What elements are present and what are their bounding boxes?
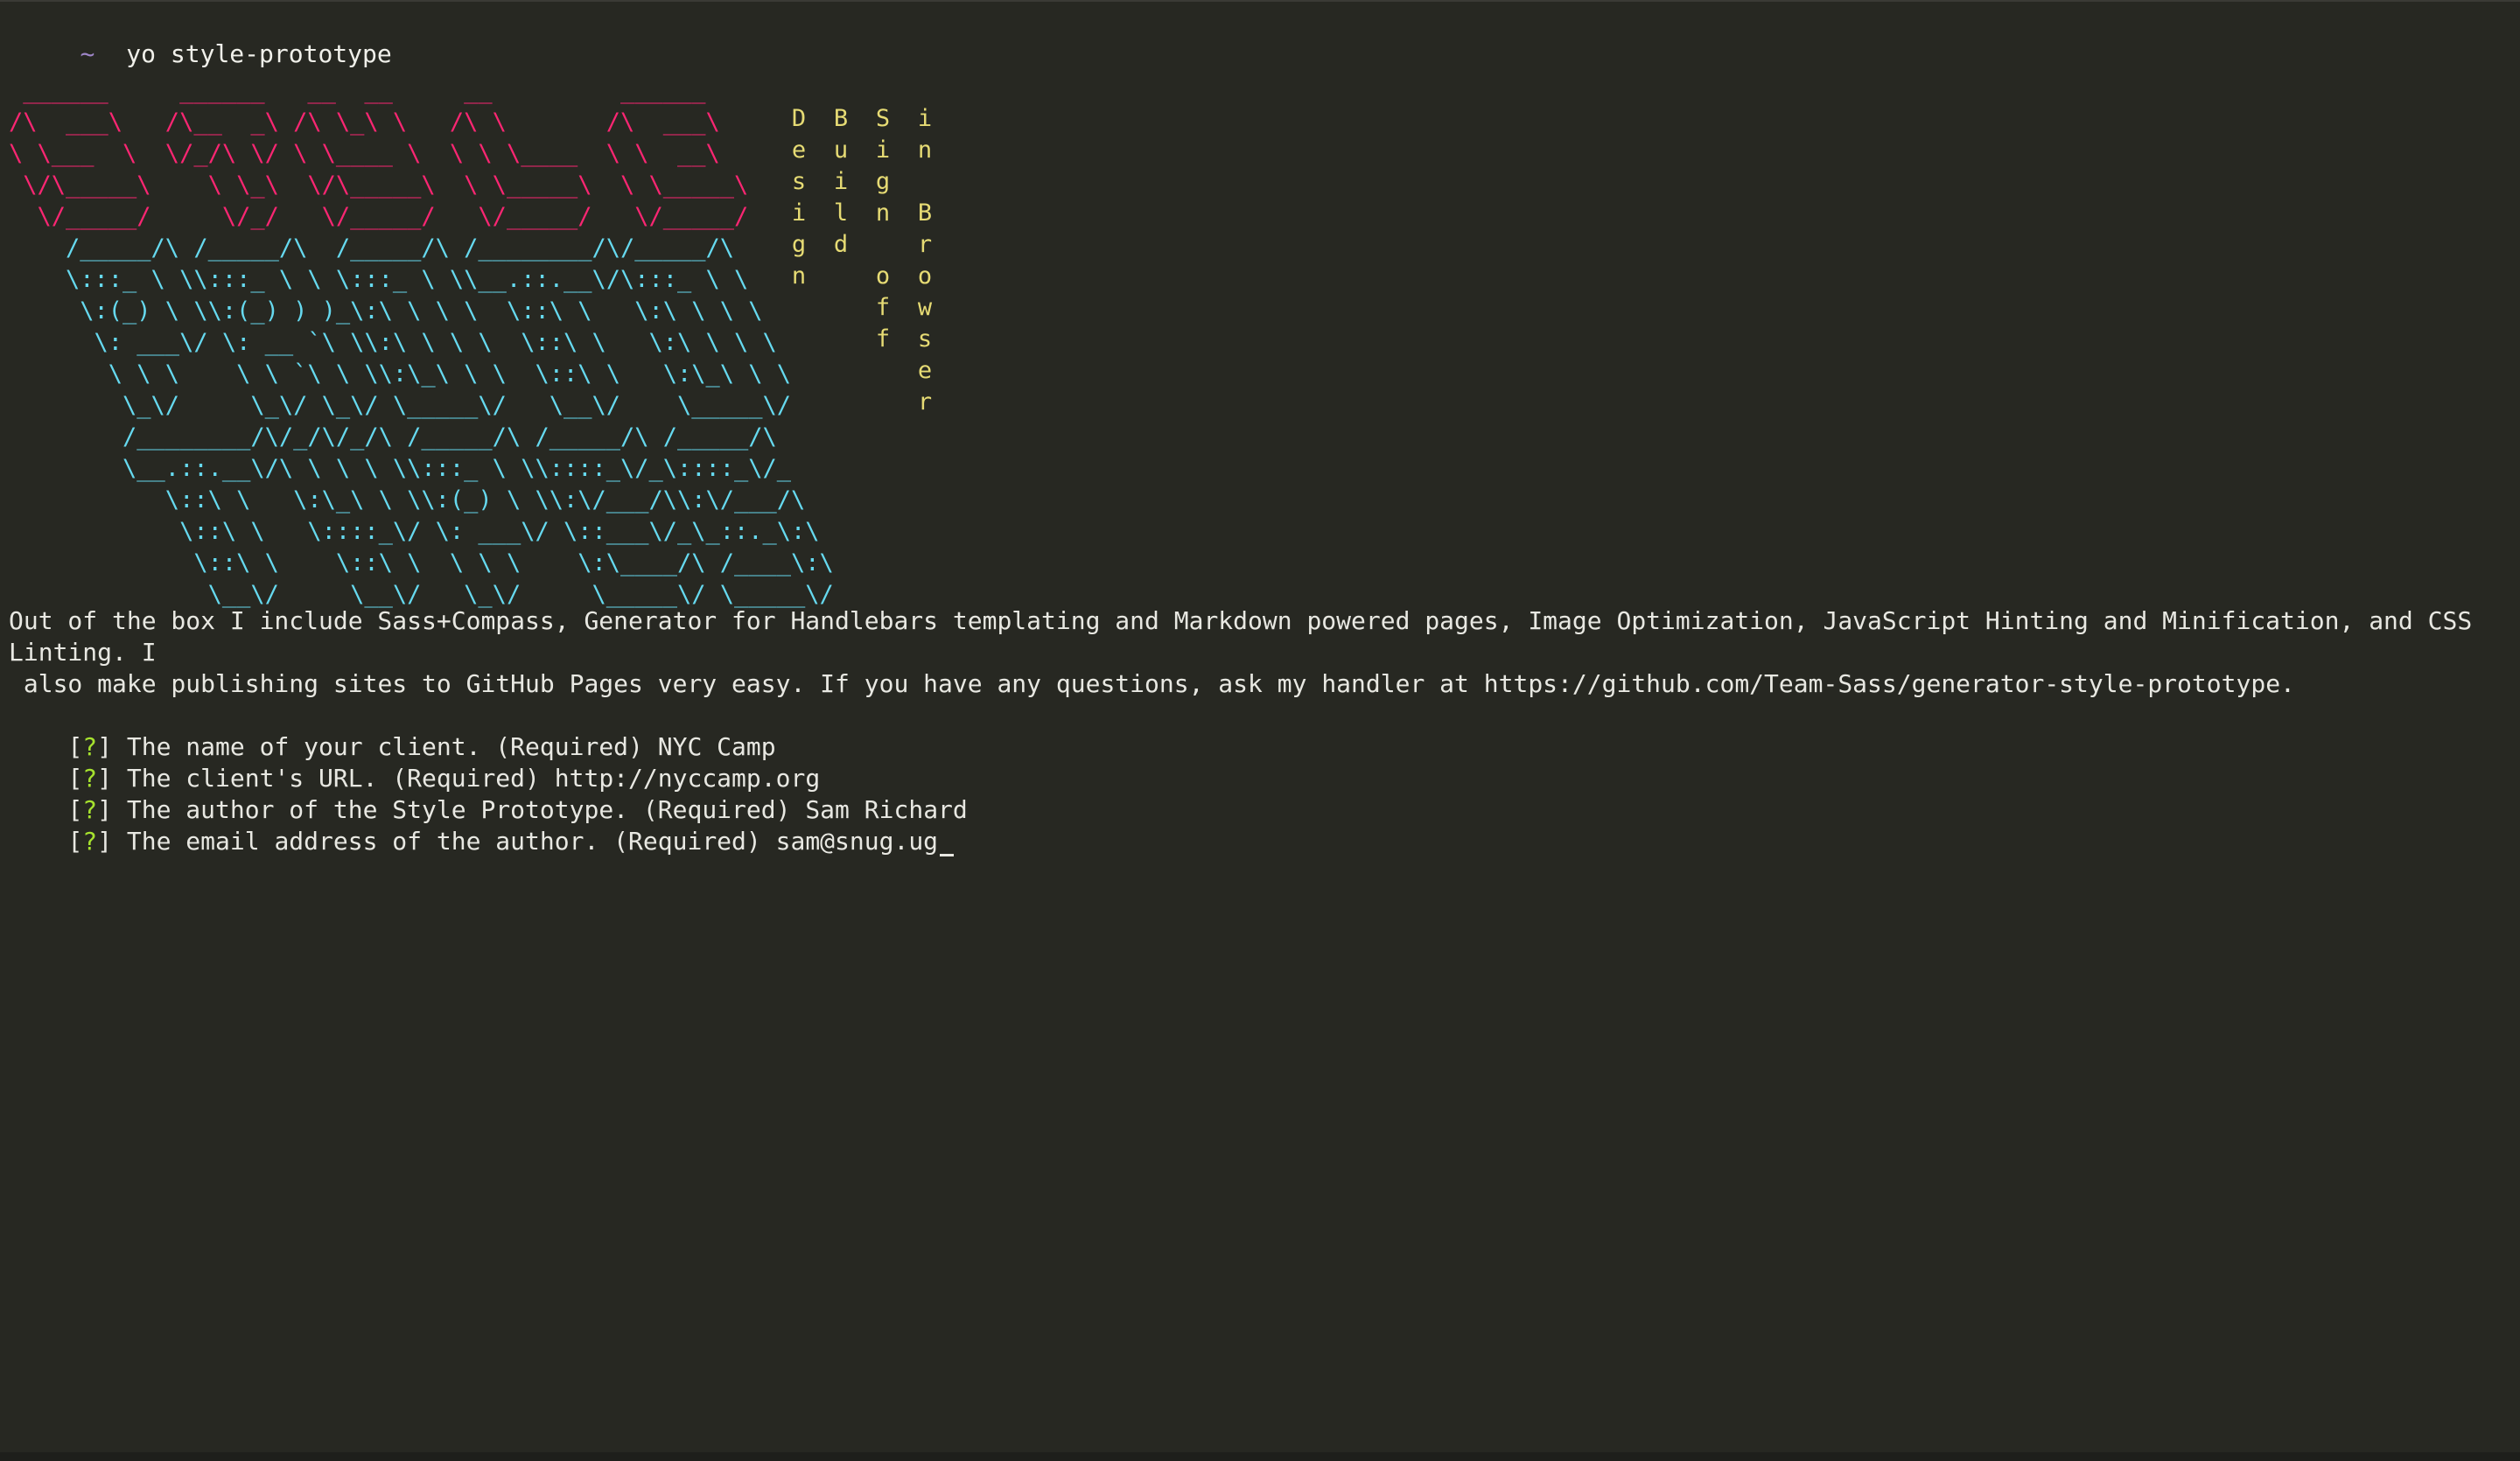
- home-directory-indicator: ~: [80, 39, 95, 68]
- tagline-sign-off: Sign off: [875, 105, 891, 353]
- tagline-build: Build: [833, 105, 849, 258]
- style-ascii-logo: ______ ______ __ __ __ ______ /\ ___\ /\…: [9, 77, 749, 230]
- question-prompt: The email address of the author. (Requir…: [126, 827, 761, 856]
- terminal-window[interactable]: ~ yo style-prototype ______ ______ __ __ …: [0, 0, 2520, 1461]
- email-input-value[interactable]: sam@snug.ug: [776, 827, 938, 856]
- question-author-email[interactable]: [?] The email address of the author. (Re…: [9, 794, 955, 889]
- prototype-ascii-logo: /_____/\ /_____/\ /_____/\ /________/\/_…: [66, 234, 834, 608]
- tagline-design: Design: [791, 105, 807, 290]
- text-cursor: [940, 854, 955, 856]
- question-marker: [?]: [67, 827, 113, 856]
- command-text: yo style-prototype: [126, 39, 392, 68]
- window-bottom-edge: [0, 1452, 2520, 1461]
- intro-description: Out of the box I include Sass+Compass, G…: [9, 606, 2473, 698]
- tagline-in-browser: in Browser: [917, 105, 933, 416]
